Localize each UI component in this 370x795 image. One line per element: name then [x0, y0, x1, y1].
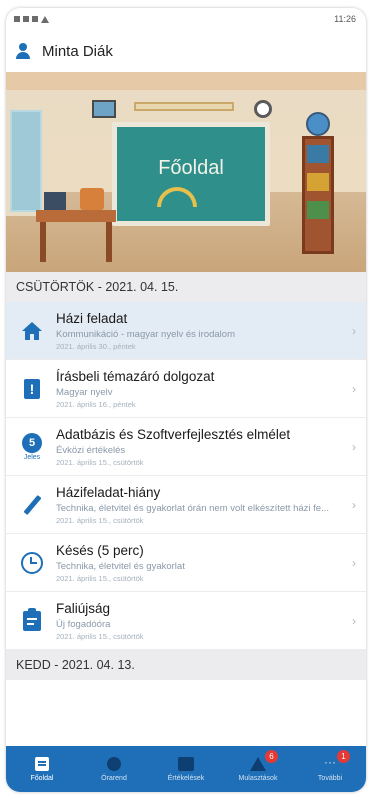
grade-icon: 5 Jeles [16, 432, 48, 461]
house-icon [16, 321, 48, 340]
exclamation-icon: ! [16, 378, 48, 399]
list-item-grade[interactable]: 5 Jeles Adatbázis és Szoftverfejlesztés … [6, 418, 366, 476]
hero-bookshelf [302, 136, 334, 254]
hero-ceiling [6, 72, 366, 90]
hero-chalkboard: Főoldal [112, 122, 270, 226]
list-item-homework[interactable]: Házi feladat Kommunikáció - magyar nyelv… [6, 302, 366, 360]
grade-label: Jeles [23, 453, 41, 461]
pencil-icon [16, 494, 48, 515]
item-title: Faliújság [56, 600, 111, 616]
item-date: 2021. április 15., csütörtök [56, 631, 144, 641]
notification-icon [32, 16, 38, 22]
chevron-right-icon: › [352, 439, 356, 454]
status-bar: 11:26 [6, 8, 366, 30]
signal-icon [41, 15, 49, 23]
item-date: 2021. április 15., csütörtök [56, 573, 144, 583]
hero-protractor [157, 187, 197, 207]
item-title: Házi feladat [56, 310, 128, 326]
list-item-late[interactable]: Késés (5 perc) Technika, életvitel és gy… [6, 534, 366, 592]
tab-timetable[interactable]: Órarend [78, 746, 150, 792]
user-name: Minta Diák [42, 42, 113, 60]
chevron-right-icon: › [352, 497, 356, 512]
notification-icon [23, 16, 29, 22]
tab-absences[interactable]: Mulasztások 6 [222, 746, 294, 792]
hero-picture [92, 100, 116, 118]
tab-label: Órarend [101, 774, 127, 782]
item-date: 2021. április 30., péntek [56, 341, 136, 351]
item-title: Adatbázis és Szoftverfejlesztés elmélet [56, 426, 291, 442]
item-date: 2021. április 15., csütörtök [56, 515, 144, 525]
date-header: CSÜTÖRTÖK - 2021. 04. 15. [6, 272, 366, 302]
home-doc-icon [35, 756, 49, 771]
tab-more[interactable]: ··· További 1 [294, 746, 366, 792]
hero-clock [254, 100, 272, 118]
chevron-right-icon: › [352, 381, 356, 396]
chevron-right-icon: › [352, 555, 356, 570]
list-item-exam[interactable]: ! Írásbeli témazáró dolgozat Magyar nyel… [6, 360, 366, 418]
list-item-noticeboard[interactable]: Faliújság Új fogadóóra 2021. április 15.… [6, 592, 366, 650]
tab-grades[interactable]: Értékelések [150, 746, 222, 792]
book-icon [178, 756, 194, 771]
item-subtitle: Kommunikáció - magyar nyelv és irodalom [56, 328, 235, 340]
grade-value: 5 [22, 432, 42, 453]
item-subtitle: Technika, életvitel és gyakorlat [56, 560, 185, 572]
item-subtitle: Új fogadóóra [56, 618, 111, 630]
notification-icon [14, 16, 20, 22]
item-title: Írásbeli témazáró dolgozat [56, 368, 215, 384]
clock-icon [107, 756, 121, 771]
hero-title: Főoldal [158, 157, 224, 179]
tab-label: Értékelések [167, 774, 205, 782]
item-subtitle: Évközi értékelés [56, 444, 126, 456]
tab-home[interactable]: Főoldal [6, 746, 78, 792]
status-time: 11:26 [334, 14, 356, 24]
hero-banner: Főoldal [6, 72, 366, 272]
app-frame: 11:26 Minta Diák Főoldal CSÜTÖRTÖK - 202… [6, 8, 366, 792]
notification-badge: 6 [265, 750, 278, 763]
more-dots-icon: ··· [324, 754, 336, 769]
hero-chair [80, 188, 104, 210]
board-icon [16, 607, 48, 631]
hero-window [6, 106, 46, 216]
item-subtitle: Technika, életvitel és gyakorlat órán ne… [56, 502, 329, 514]
hero-laptop [44, 192, 66, 210]
list-item-missing-homework[interactable]: Házifeladat-hiány Technika, életvitel és… [6, 476, 366, 534]
status-icons [14, 15, 49, 23]
tab-label: Mulasztások [238, 774, 278, 782]
hero-globe [306, 112, 330, 136]
item-title: Házifeladat-hiány [56, 484, 161, 500]
notification-badge: 1 [337, 750, 350, 763]
item-title: Késés (5 perc) [56, 542, 144, 558]
clock-icon [16, 551, 48, 574]
hero-desk [36, 210, 116, 222]
item-date: 2021. április 15., csütörtök [56, 457, 144, 467]
warning-icon [250, 756, 266, 771]
item-subtitle: Magyar nyelv [56, 386, 113, 398]
chevron-right-icon: › [352, 323, 356, 338]
tab-label: Főoldal [30, 774, 54, 782]
date-header: KEDD - 2021. 04. 13. [6, 650, 366, 680]
hero-rail [134, 102, 234, 111]
tab-label: További [317, 774, 343, 782]
bottom-tab-bar: Főoldal Órarend Értékelések Mulasztások … [6, 746, 366, 792]
user-header[interactable]: Minta Diák [6, 30, 366, 72]
item-date: 2021. április 16., péntek [56, 399, 136, 409]
chevron-right-icon: › [352, 613, 356, 628]
user-icon [16, 43, 30, 59]
